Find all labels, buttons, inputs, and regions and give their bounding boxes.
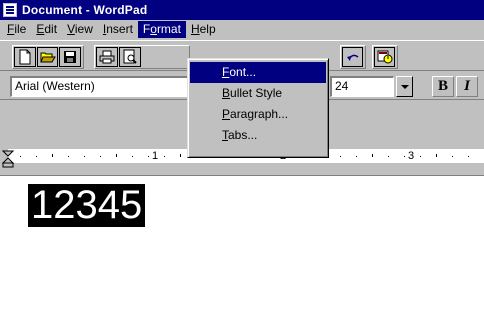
ruler-mark (388, 156, 389, 157)
ruler-mark (420, 156, 421, 157)
ruler-mark (36, 156, 37, 157)
format-menu-bullet-accel: B (222, 86, 231, 100)
format-menu-paragraph-label: aragraph... (230, 107, 289, 121)
italic-button[interactable]: I (456, 76, 478, 97)
format-menu-font-label: ont... (229, 65, 257, 79)
ruler-mark (356, 156, 357, 157)
undo-button-group (340, 45, 366, 69)
ruler-mark (116, 154, 117, 157)
menu-insert[interactable]: Insert (98, 21, 138, 38)
font-size-dropdown-button[interactable] (396, 76, 413, 97)
print-icon (99, 50, 115, 64)
format-menu: Font... Bullet Style Paragraph... Tabs..… (187, 58, 329, 158)
ruler-mark (84, 156, 85, 157)
ruler-mark (404, 156, 405, 157)
format-menu-font[interactable]: Font... (190, 62, 326, 83)
window-title: Document - WordPad (22, 3, 148, 17)
ruler-mark (148, 156, 149, 157)
print-preview-icon (123, 49, 137, 64)
format-menu-bullet-style[interactable]: Bullet Style (190, 83, 326, 104)
format-menu-tabs-label: abs... (228, 128, 258, 142)
open-button[interactable] (36, 47, 59, 67)
date-time-button[interactable] (374, 47, 395, 67)
title-bar[interactable]: Document - WordPad (0, 0, 484, 20)
datetime-button-group (372, 45, 398, 69)
bold-button[interactable]: B (432, 76, 454, 97)
menu-help[interactable]: Help (186, 21, 221, 38)
ruler-mark (164, 156, 165, 157)
format-menu-paragraph-accel: P (222, 107, 231, 121)
indent-marker-icon[interactable] (2, 150, 14, 168)
menu-insert-label: nsert (106, 22, 133, 36)
menu-edit[interactable]: Edit (31, 21, 62, 38)
format-menu-tabs[interactable]: Tabs... (190, 125, 326, 146)
ruler-mark (468, 156, 469, 157)
menu-help-accel: H (190, 22, 200, 36)
ruler-mark (20, 156, 21, 157)
menu-bar: File Edit View Insert Format Help (0, 20, 484, 39)
menu-file[interactable]: File (2, 21, 31, 38)
menu-view-accel: V (67, 22, 75, 36)
ruler-mark (180, 154, 181, 157)
ruler-mark (340, 156, 341, 157)
print-button-group (94, 45, 190, 69)
date-time-icon (377, 50, 392, 64)
format-menu-paragraph[interactable]: Paragraph... (190, 104, 326, 125)
menu-format-label: rmat (156, 22, 181, 36)
undo-icon (346, 54, 358, 61)
ruler-mark (68, 156, 69, 157)
new-button[interactable] (14, 47, 36, 67)
print-button[interactable] (96, 47, 118, 67)
save-button[interactable] (59, 47, 82, 67)
menu-help-label: elp (199, 22, 216, 36)
ruler-mark (452, 156, 453, 157)
file-button-group (12, 45, 84, 69)
menu-edit-label: dit (44, 22, 58, 36)
document-area[interactable]: 12345 (0, 175, 484, 311)
menu-view-label: iew (74, 22, 93, 36)
ruler-mark (132, 156, 133, 157)
menu-format[interactable]: Format (137, 21, 186, 38)
new-icon (19, 49, 31, 65)
undo-button[interactable] (342, 47, 363, 67)
ruler-label-3: 3 (408, 150, 415, 162)
wordpad-icon[interactable] (3, 3, 17, 17)
wordpad-window: Document - WordPad File Edit View Insert… (0, 0, 484, 311)
ruler-mark (436, 154, 437, 157)
open-icon (39, 52, 56, 63)
font-size-combo[interactable]: 24 (330, 76, 394, 97)
ruler-label-1: 1 (152, 150, 159, 162)
print-preview-button[interactable] (119, 47, 141, 67)
menu-file-label: ile (14, 22, 27, 36)
save-icon (64, 51, 77, 63)
document-text-selected[interactable]: 12345 (28, 184, 146, 227)
ruler-mark (100, 156, 101, 157)
menu-view[interactable]: View (62, 21, 98, 38)
ruler-mark (52, 154, 53, 157)
format-menu-bullet-label: ullet Style (230, 86, 283, 100)
font-name-combo[interactable]: Arial (Western) (10, 76, 188, 97)
menu-format-accel: o (150, 22, 157, 36)
ruler-mark (372, 154, 373, 157)
